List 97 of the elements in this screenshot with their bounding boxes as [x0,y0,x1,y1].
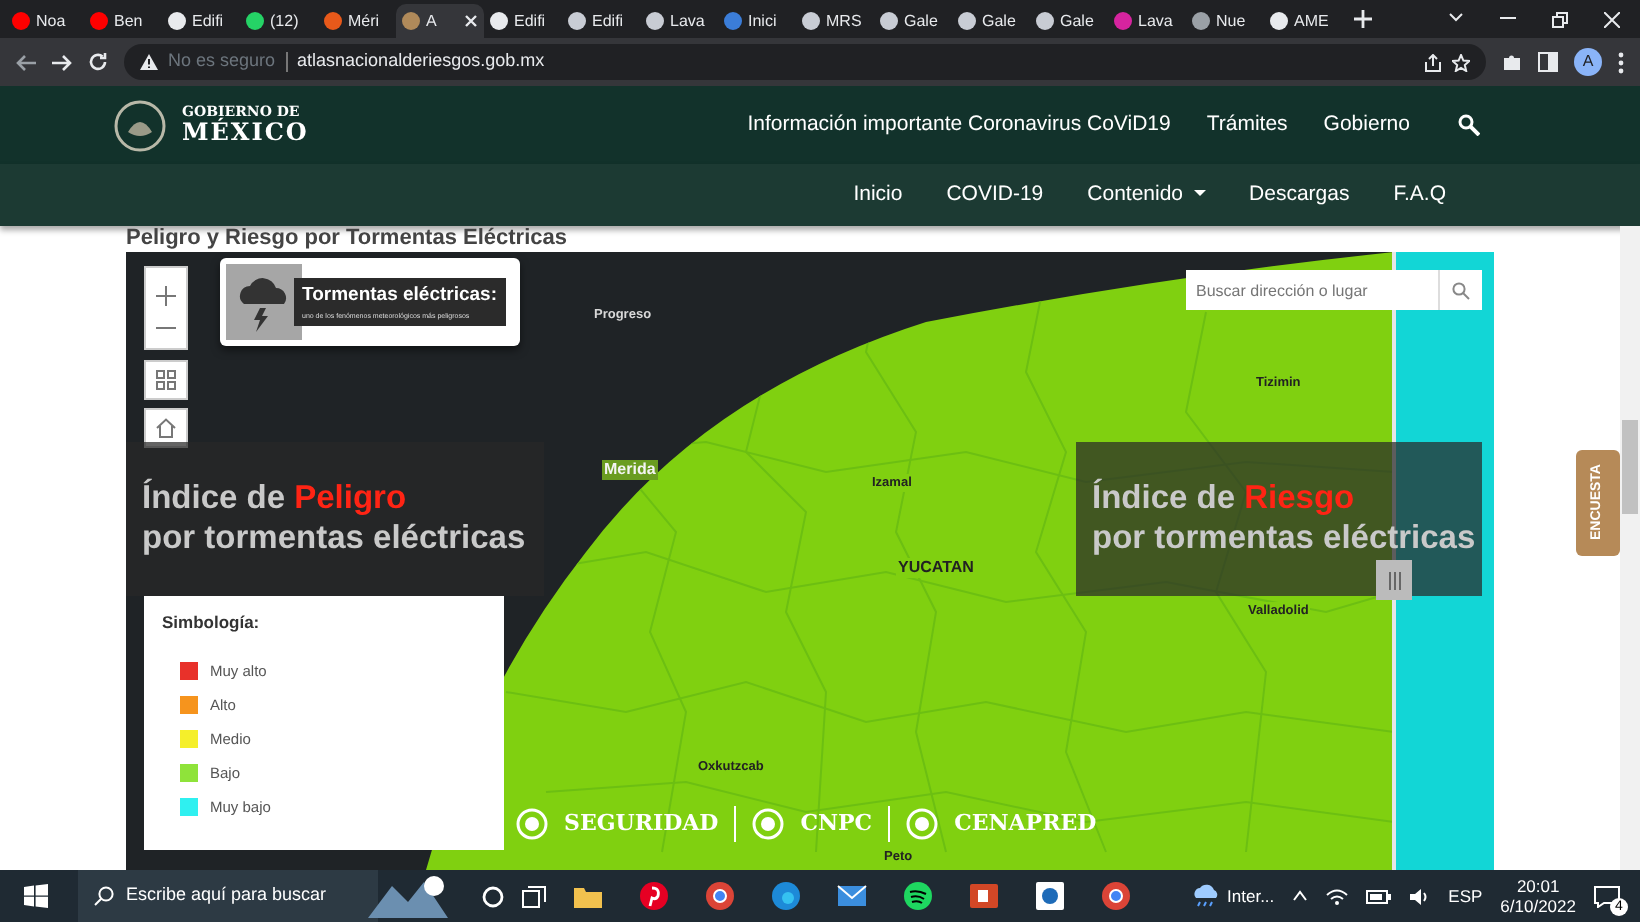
app-icon[interactable] [704,880,736,912]
browser-tab[interactable]: Lava [1108,4,1186,38]
app-icon[interactable] [902,880,934,912]
wifi-icon[interactable] [1326,887,1349,905]
logo-text: MÉXICO [182,120,309,146]
agency-logo-text: CENAPRED [954,807,1097,840]
emblem-icon [114,99,166,151]
scrollbar[interactable] [1620,226,1640,870]
more-icon[interactable] [1618,51,1624,73]
browser-tab[interactable]: Inici [718,4,796,38]
seal-icon [516,808,548,840]
browser-tab[interactable]: Noa [6,4,84,38]
grip-icon [1387,571,1401,589]
minimize-icon[interactable] [1500,11,1516,23]
agency-logo-text: CNPC [800,807,873,840]
nav-link[interactable]: Descargas [1249,179,1350,211]
chevron-down-icon[interactable] [1448,11,1464,23]
seal-icon [752,808,785,840]
search-icon[interactable] [1458,114,1480,136]
star-icon[interactable] [1452,53,1470,71]
cloud-rain-icon[interactable] [1191,884,1220,908]
nav-link[interactable]: Inicio [853,179,903,211]
nav-link[interactable]: Contenido [1087,179,1206,211]
seal-icon [906,808,939,840]
panel-subtitle: por tormentas eléctricas [142,518,528,558]
card-title: Tormentas eléctricas: [302,282,498,311]
grid-icon [156,370,176,390]
url-text: atlasnacionalderiesgos.gob.mx [297,48,545,75]
app-icon[interactable] [968,880,1000,912]
share-icon[interactable] [1424,53,1442,71]
map-search-button[interactable] [1438,270,1482,310]
browser-tab[interactable]: Nue [1186,4,1264,38]
browser-tab[interactable]: (12) [240,4,318,38]
app-icon[interactable] [1034,880,1066,912]
page-heading: Peligro y Riesgo por Tormentas Eléctricas [126,226,569,252]
sidebar-icon[interactable] [1538,52,1558,72]
security-label: No es seguro [168,48,276,75]
nav-link[interactable]: COVID-19 [946,179,1044,211]
address-bar[interactable]: No es seguro atlasnacionalderiesgos.gob.mx [124,44,1486,80]
back-icon[interactable] [16,53,36,71]
circle-icon[interactable] [482,885,504,907]
home-icon [156,418,176,438]
browser-tab[interactable]: MRS [796,4,874,38]
search-icon [94,886,114,906]
browser-tab[interactable]: AME [1264,4,1342,38]
header-link[interactable]: Gobierno [1323,109,1410,141]
panel-title: Índice de Peligro [142,478,409,518]
landscape-icon [368,874,448,918]
nav-link[interactable]: F.A.Q [1393,179,1446,211]
puzzle-icon[interactable] [1502,52,1522,72]
browser-tab[interactable]: Edifi [162,4,240,38]
warning-icon [140,54,158,70]
legend-title: Simbología: [162,610,262,636]
profile-avatar[interactable]: A [1574,48,1602,76]
speaker-icon[interactable] [1410,887,1431,905]
app-icon[interactable] [638,880,670,912]
chevron-up-icon[interactable] [1292,890,1309,902]
clock-date: 6/10/2022 [1500,896,1576,916]
browser-tab[interactable]: Edifi [562,4,640,38]
battery-icon[interactable] [1366,889,1393,903]
browser-tab[interactable]: Edifi [484,4,562,38]
taskbar-search-field[interactable]: Escribe aquí para buscar [78,870,378,922]
restore-icon[interactable] [1552,11,1568,27]
new-tab-icon[interactable] [1354,10,1372,28]
header-link[interactable]: Trámites [1206,109,1288,141]
browser-tab[interactable]: Lava [640,4,718,38]
reload-icon[interactable] [88,52,108,72]
header-link[interactable]: Información importante Coronavirus CoViD19 [747,109,1171,141]
weather-label[interactable]: Inter... [1227,883,1275,909]
swipe-handle[interactable] [1376,560,1412,600]
browser-tab[interactable]: Gale [874,4,952,38]
place-label: Merida [602,460,658,480]
basemap-button[interactable] [144,360,188,400]
app-icon[interactable] [770,880,802,912]
agency-logo-text: SEGURIDAD [564,807,719,840]
envelope-icon[interactable] [836,880,868,912]
clock-time: 20:01 [1514,876,1562,896]
place-label: YUCATAN [896,558,976,578]
browser-tab[interactable]: Gale [1030,4,1108,38]
browser-tab[interactable]: Méri [318,4,396,38]
app-icon[interactable] [1100,880,1132,912]
language-indicator[interactable]: ESP [1448,883,1483,909]
task-view-icon[interactable] [522,885,546,907]
clock[interactable]: 20:01 6/10/2022 [1500,876,1576,916]
panel-title: Índice de Riesgo [1092,478,1357,518]
browser-tab[interactable]: Gale [952,4,1030,38]
separator [285,52,288,72]
zoom-in-icon[interactable] [156,286,176,306]
browser-tab[interactable]: Ben [84,4,162,38]
search-icon [1452,281,1470,299]
chat-icon [1594,885,1620,908]
forward-icon[interactable] [52,53,72,71]
close-icon[interactable] [464,14,478,28]
close-icon[interactable] [1604,11,1620,27]
windows-logo-icon[interactable] [24,884,48,908]
browser-tab[interactable]: A [396,4,484,38]
map-search-field[interactable]: Buscar dirección o lugar [1186,270,1438,310]
